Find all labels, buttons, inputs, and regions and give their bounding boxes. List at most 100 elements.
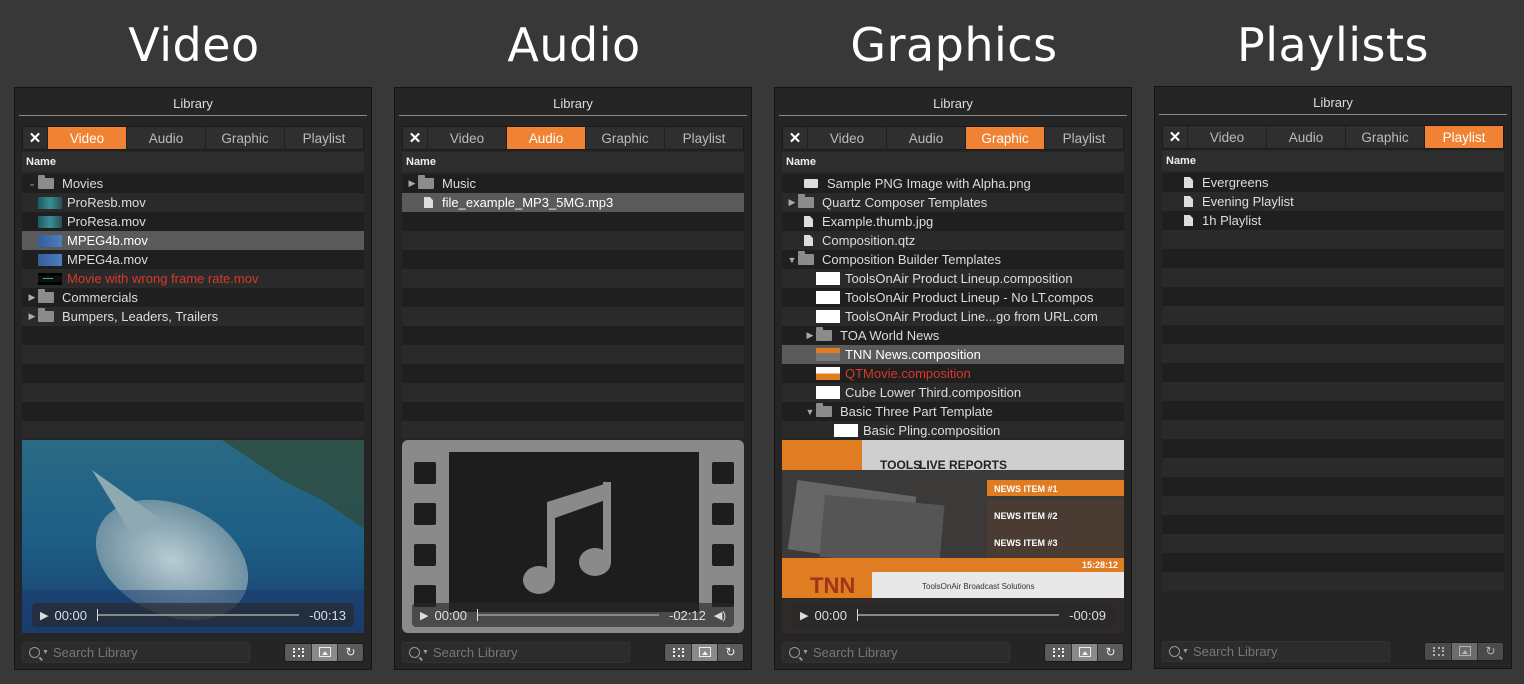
- list-row: [1162, 268, 1504, 287]
- column-header-name[interactable]: Name: [22, 152, 364, 172]
- refresh-button[interactable]: ↻: [1097, 643, 1123, 661]
- volume-icon[interactable]: ◀): [714, 609, 726, 622]
- list-row[interactable]: ⌄ Movies: [22, 174, 364, 193]
- tab-audio[interactable]: Audio: [886, 127, 965, 149]
- close-icon[interactable]: ✕: [783, 127, 807, 149]
- search-input[interactable]: ▼ Search Library: [22, 641, 250, 663]
- close-icon[interactable]: ✕: [23, 127, 47, 149]
- fullscreen-button[interactable]: [665, 643, 691, 661]
- disclosure-arrow-icon[interactable]: ▼: [786, 255, 798, 265]
- video-scrubber[interactable]: [97, 609, 300, 621]
- list-row[interactable]: MPEG4a.mov: [22, 250, 364, 269]
- disclosure-arrow-icon[interactable]: ▼: [804, 407, 816, 417]
- tab-video[interactable]: Video: [1187, 126, 1266, 148]
- list-row[interactable]: ProResa.mov: [22, 212, 364, 231]
- list-row[interactable]: TNN News.composition: [782, 345, 1124, 364]
- graphics-preview[interactable]: TOOLS LIVE REPORTS NEWS ITEM #1 NEWS ITE…: [782, 440, 1124, 633]
- list-row[interactable]: Composition.qtz: [782, 231, 1124, 250]
- refresh-button[interactable]: ↻: [1477, 642, 1503, 660]
- tab-audio[interactable]: Audio: [1266, 126, 1345, 148]
- list-row[interactable]: ▼ Basic Three Part Template: [782, 402, 1124, 421]
- composition-thumbnail: [816, 291, 840, 304]
- list-row[interactable]: ▶ Bumpers, Leaders, Trailers: [22, 307, 364, 326]
- list-row[interactable]: Example.thumb.jpg: [782, 212, 1124, 231]
- list-row: [402, 269, 744, 288]
- preview-button[interactable]: [1071, 643, 1097, 661]
- list-item-label: ProResa.mov: [67, 214, 146, 229]
- graphics-scrubber[interactable]: [857, 609, 1060, 621]
- fullscreen-icon: [672, 647, 684, 657]
- tab-video[interactable]: Video: [47, 127, 126, 149]
- search-input[interactable]: ▼ Search Library: [402, 641, 630, 663]
- tab-graphic[interactable]: Graphic: [585, 127, 664, 149]
- tab-playlist[interactable]: Playlist: [284, 127, 363, 149]
- list-row[interactable]: Cube Lower Third.composition: [782, 383, 1124, 402]
- list-item-label: Sample PNG Image with Alpha.png: [827, 176, 1031, 191]
- tab-graphic[interactable]: Graphic: [965, 127, 1044, 149]
- refresh-button[interactable]: ↻: [337, 643, 363, 661]
- list-row[interactable]: 1h Playlist: [1162, 211, 1504, 230]
- fullscreen-button[interactable]: [1425, 642, 1451, 660]
- play-icon[interactable]: ▶: [800, 609, 808, 622]
- column-header-name[interactable]: Name: [782, 152, 1124, 172]
- disclosure-arrow-icon[interactable]: ▶: [406, 178, 418, 189]
- video-thumbnail: [38, 234, 62, 247]
- list-row: [1162, 477, 1504, 496]
- column-header-name[interactable]: Name: [402, 152, 744, 172]
- list-row[interactable]: Evening Playlist: [1162, 192, 1504, 211]
- list-row[interactable]: ToolsOnAir Product Lineup - No LT.compos: [782, 288, 1124, 307]
- tab-graphic[interactable]: Graphic: [1345, 126, 1424, 148]
- list-row[interactable]: MPEG4b.mov: [22, 231, 364, 250]
- disclosure-arrow-icon[interactable]: ⌄: [26, 178, 38, 189]
- preview-clock: 15:28:12: [1082, 560, 1118, 570]
- tab-video[interactable]: Video: [807, 127, 886, 149]
- fullscreen-button[interactable]: [285, 643, 311, 661]
- close-icon[interactable]: ✕: [403, 127, 427, 149]
- folder-icon: [418, 175, 434, 189]
- preview-button[interactable]: [691, 643, 717, 661]
- tab-audio[interactable]: Audio: [506, 127, 585, 149]
- chevron-down-icon: ▼: [42, 648, 49, 656]
- list-row[interactable]: Sample PNG Image with Alpha.png: [782, 174, 1124, 193]
- list-row[interactable]: Evergreens: [1162, 173, 1504, 192]
- preview-button[interactable]: [311, 643, 337, 661]
- list-row[interactable]: ▶ TOA World News: [782, 326, 1124, 345]
- search-input[interactable]: ▼ Search Library: [1162, 640, 1390, 662]
- list-row[interactable]: ToolsOnAir Product Line...go from URL.co…: [782, 307, 1124, 326]
- list-item-label: Composition Builder Templates: [822, 252, 1001, 267]
- list-row[interactable]: ProResb.mov: [22, 193, 364, 212]
- tab-playlist[interactable]: Playlist: [1044, 127, 1123, 149]
- audio-preview[interactable]: ▶ 00:00 -02:12 ◀): [402, 440, 744, 633]
- close-icon[interactable]: ✕: [1163, 126, 1187, 148]
- play-icon[interactable]: ▶: [40, 609, 48, 622]
- search-input[interactable]: ▼ Search Library: [782, 641, 1010, 663]
- tab-audio[interactable]: Audio: [126, 127, 205, 149]
- list-item-label: TNN News.composition: [845, 347, 981, 362]
- list-row[interactable]: ▶ Quartz Composer Templates: [782, 193, 1124, 212]
- refresh-button[interactable]: ↻: [717, 643, 743, 661]
- list-row[interactable]: QTMovie.composition: [782, 364, 1124, 383]
- tab-playlist[interactable]: Playlist: [1424, 126, 1503, 148]
- list-row[interactable]: ToolsOnAir Product Lineup.composition: [782, 269, 1124, 288]
- list-row[interactable]: ▶ Commercials: [22, 288, 364, 307]
- list-row[interactable]: Basic Pling.composition: [782, 421, 1124, 438]
- list-row[interactable]: ▼ Composition Builder Templates: [782, 250, 1124, 269]
- preview-button[interactable]: [1451, 642, 1477, 660]
- library-footer: ▼ Search Library ↻: [782, 641, 1124, 663]
- disclosure-arrow-icon[interactable]: ▶: [804, 330, 816, 341]
- column-header-name[interactable]: Name: [1162, 151, 1504, 171]
- video-preview[interactable]: ▶ 00:00 -00:13: [22, 440, 364, 633]
- list-row[interactable]: ▶ Music: [402, 174, 744, 193]
- search-icon: [1169, 645, 1180, 657]
- disclosure-arrow-icon[interactable]: ▶: [26, 292, 38, 303]
- tab-playlist[interactable]: Playlist: [664, 127, 743, 149]
- fullscreen-button[interactable]: [1045, 643, 1071, 661]
- disclosure-arrow-icon[interactable]: ▶: [786, 197, 798, 208]
- audio-scrubber[interactable]: [477, 609, 659, 621]
- list-row[interactable]: file_example_MP3_5MG.mp3: [402, 193, 744, 212]
- tab-graphic[interactable]: Graphic: [205, 127, 284, 149]
- play-icon[interactable]: ▶: [420, 609, 428, 622]
- list-row[interactable]: Movie with wrong frame rate.mov: [22, 269, 364, 288]
- disclosure-arrow-icon[interactable]: ▶: [26, 311, 38, 322]
- tab-video[interactable]: Video: [427, 127, 506, 149]
